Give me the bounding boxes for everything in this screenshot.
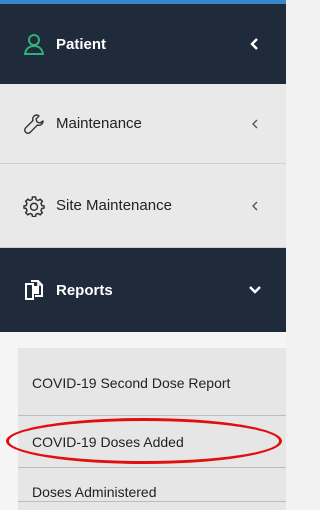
submenu-next-item-partial: [18, 501, 286, 510]
submenu-item-covid-second-dose-report[interactable]: COVID-19 Second Dose Report: [18, 348, 286, 416]
chevron-left-icon: [248, 199, 262, 213]
sidebar-item-label: Patient: [56, 35, 107, 53]
user-icon: [22, 32, 46, 56]
sidebar-item-label: Reports: [56, 281, 113, 299]
gear-icon: [22, 194, 46, 218]
wrench-icon: [22, 112, 46, 136]
sidebar-item-maintenance[interactable]: Maintenance: [0, 84, 286, 164]
reports-submenu: COVID-19 Second Dose Report COVID-19 Dos…: [0, 332, 286, 510]
sidebar-item-patient[interactable]: Patient: [0, 4, 286, 84]
submenu-item-label: Doses Administered: [32, 483, 157, 500]
sidebar-item-site-maintenance[interactable]: Site Maintenance: [0, 164, 286, 248]
submenu-item-label: COVID-19 Doses Added: [32, 433, 184, 450]
sidebar-item-reports[interactable]: Reports: [0, 248, 286, 332]
sidebar-item-label: Maintenance: [56, 115, 142, 132]
sidebar-item-label: Site Maintenance: [56, 197, 172, 214]
chevron-down-icon: [248, 283, 262, 297]
copy-files-icon: [22, 278, 46, 302]
chevron-left-icon: [248, 117, 262, 131]
chevron-left-icon: [248, 37, 262, 51]
sidebar-nav: Patient Maintenance Site Maintenance Rep…: [0, 0, 286, 510]
submenu-item-covid-doses-added[interactable]: COVID-19 Doses Added: [6, 416, 286, 468]
submenu-item-label: COVID-19 Second Dose Report: [32, 374, 231, 391]
